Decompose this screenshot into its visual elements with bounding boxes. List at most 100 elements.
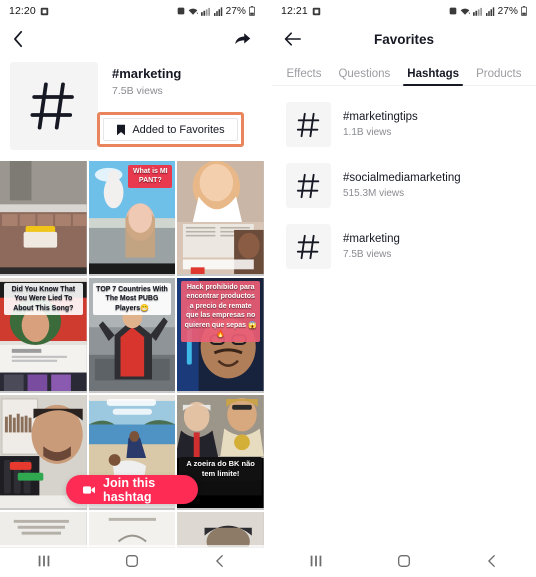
tile-caption: What is MI PANT?	[128, 165, 173, 188]
battery-icon	[521, 6, 527, 16]
chevron-left-icon	[14, 30, 23, 48]
battery-percent: 27%	[497, 5, 518, 17]
thumbnail-art	[88, 512, 176, 548]
back-button[interactable]	[284, 31, 302, 47]
left-android-nav-bar	[0, 545, 264, 577]
right-android-nav-bar	[272, 545, 536, 577]
right-phone-screen: 12:21 27% Favorites Effects Questions Ha…	[272, 0, 536, 577]
thumbnail-art	[0, 161, 87, 275]
video-tile[interactable]	[177, 161, 264, 276]
hashtag-name: #marketing	[112, 66, 182, 81]
video-tile[interactable]	[0, 512, 87, 548]
back-nav-button[interactable]	[212, 553, 228, 569]
back-chevron-icon	[488, 555, 495, 567]
tile-caption-text: Hack prohibido para encontrar productos …	[181, 281, 260, 342]
video-camera-icon	[83, 485, 95, 494]
list-item[interactable]: #marketing 7.5B views	[272, 216, 536, 277]
list-item-text: #marketingtips 1.1B views	[331, 111, 418, 138]
tab-effects[interactable]: Effects	[287, 68, 322, 85]
video-tile[interactable]	[88, 512, 176, 548]
hashtag-glyph-icon	[30, 82, 74, 130]
tile-caption-text: What is MI PANT?	[128, 165, 173, 188]
hashtag-avatar	[286, 163, 331, 208]
hashtag-views: 515.3M views	[343, 188, 405, 199]
thumbnail-art	[177, 161, 264, 275]
left-phone-screen: 12:20 27% #marketing 7.5B views Added to…	[0, 0, 264, 577]
network-icon	[472, 7, 483, 16]
hashtag-avatar	[10, 62, 98, 150]
back-button[interactable]	[12, 30, 25, 48]
alarm-icon	[40, 7, 49, 16]
share-arrow-icon	[235, 33, 251, 45]
join-hashtag-button[interactable]: Join this hashtag	[66, 475, 198, 504]
dual-screenshot-container: 12:20 27% #marketing 7.5B views Added to…	[0, 0, 536, 577]
recents-button[interactable]	[308, 553, 324, 569]
list-item-text: #socialmediamarketing 515.3M views	[331, 172, 461, 199]
alarm-clock-icon	[449, 7, 457, 15]
bookmark-filled-icon	[117, 124, 126, 135]
battery-icon	[249, 6, 255, 16]
video-tile[interactable]: Hack prohibido para encontrar productos …	[177, 278, 264, 393]
video-tile[interactable]: What is MI PANT?	[88, 161, 176, 276]
hashtag-list: #marketingtips 1.1B views #socialmediama…	[272, 86, 536, 277]
back-chevron-icon	[216, 555, 223, 567]
home-circle-icon	[398, 555, 410, 567]
recents-icon	[310, 555, 322, 567]
wifi-icon	[460, 7, 470, 16]
alarm-icon	[312, 7, 321, 16]
panel-gutter	[264, 0, 272, 577]
left-appbar	[0, 22, 264, 56]
tile-caption: TOP 7 Countries With The Most PUBG Playe…	[92, 283, 172, 316]
list-item-text: #marketing 7.5B views	[331, 233, 400, 260]
join-hashtag-label: Join this hashtag	[102, 475, 156, 504]
left-status-bar: 12:20 27%	[0, 0, 264, 22]
network-icon	[200, 7, 211, 16]
hashtag-avatar	[286, 224, 331, 269]
alarm-clock-icon	[177, 7, 185, 15]
hashtag-glyph-icon	[296, 112, 319, 137]
page-title: Favorites	[373, 31, 435, 47]
tab-products[interactable]: Products	[476, 68, 521, 85]
added-to-favorites-label: Added to Favorites	[132, 123, 225, 136]
hashtag-views: 7.5B views	[343, 249, 392, 260]
thumbnail-art	[0, 512, 87, 548]
video-tile[interactable]: Did You Know That You Were Lied To About…	[0, 278, 87, 393]
favorites-tabs: Effects Questions Hashtags Products	[272, 56, 536, 86]
hashtag-name: #marketing	[343, 233, 400, 245]
tile-caption: Hack prohibido para encontrar productos …	[181, 281, 260, 342]
back-nav-button[interactable]	[484, 553, 500, 569]
tab-hashtags[interactable]: Hashtags	[403, 68, 463, 86]
list-item[interactable]: #socialmediamarketing 515.3M views	[272, 155, 536, 216]
status-time: 12:20	[9, 5, 36, 17]
arrow-left-icon	[284, 32, 301, 46]
battery-percent: 27%	[225, 5, 246, 17]
thumbnail-art	[177, 512, 264, 548]
hashtag-views: 1.1B views	[343, 127, 392, 138]
hashtag-name: #socialmediamarketing	[343, 172, 461, 184]
tile-caption: Did You Know That You Were Lied To About…	[4, 283, 83, 316]
list-item[interactable]: #marketingtips 1.1B views	[272, 94, 536, 155]
video-grid: What is MI PANT? Did You Know That You W…	[0, 161, 264, 548]
video-tile[interactable]	[0, 161, 87, 276]
share-button[interactable]	[233, 30, 252, 48]
video-tile[interactable]: TOP 7 Countries With The Most PUBG Playe…	[88, 278, 176, 393]
home-button[interactable]	[396, 553, 412, 569]
status-time: 12:21	[281, 5, 308, 17]
signal-icon	[213, 6, 223, 16]
wifi-icon	[188, 7, 198, 16]
tab-questions[interactable]: Questions	[338, 68, 390, 85]
hashtag-glyph-icon	[296, 173, 319, 198]
video-tile[interactable]	[177, 512, 264, 548]
added-to-favorites-button[interactable]: Added to Favorites	[103, 118, 238, 141]
tile-caption-text: Did You Know That You Were Lied To About…	[4, 283, 83, 316]
home-button[interactable]	[124, 553, 140, 569]
right-appbar: Favorites	[272, 22, 536, 56]
hashtag-avatar	[286, 102, 331, 147]
recents-icon	[38, 555, 50, 567]
home-circle-icon	[126, 555, 138, 567]
tile-caption-text: TOP 7 Countries With The Most PUBG Playe…	[92, 283, 172, 316]
hashtag-views: 7.5B views	[112, 85, 163, 97]
recents-button[interactable]	[36, 553, 52, 569]
right-status-bar: 12:21 27%	[272, 0, 536, 22]
signal-icon	[485, 6, 495, 16]
